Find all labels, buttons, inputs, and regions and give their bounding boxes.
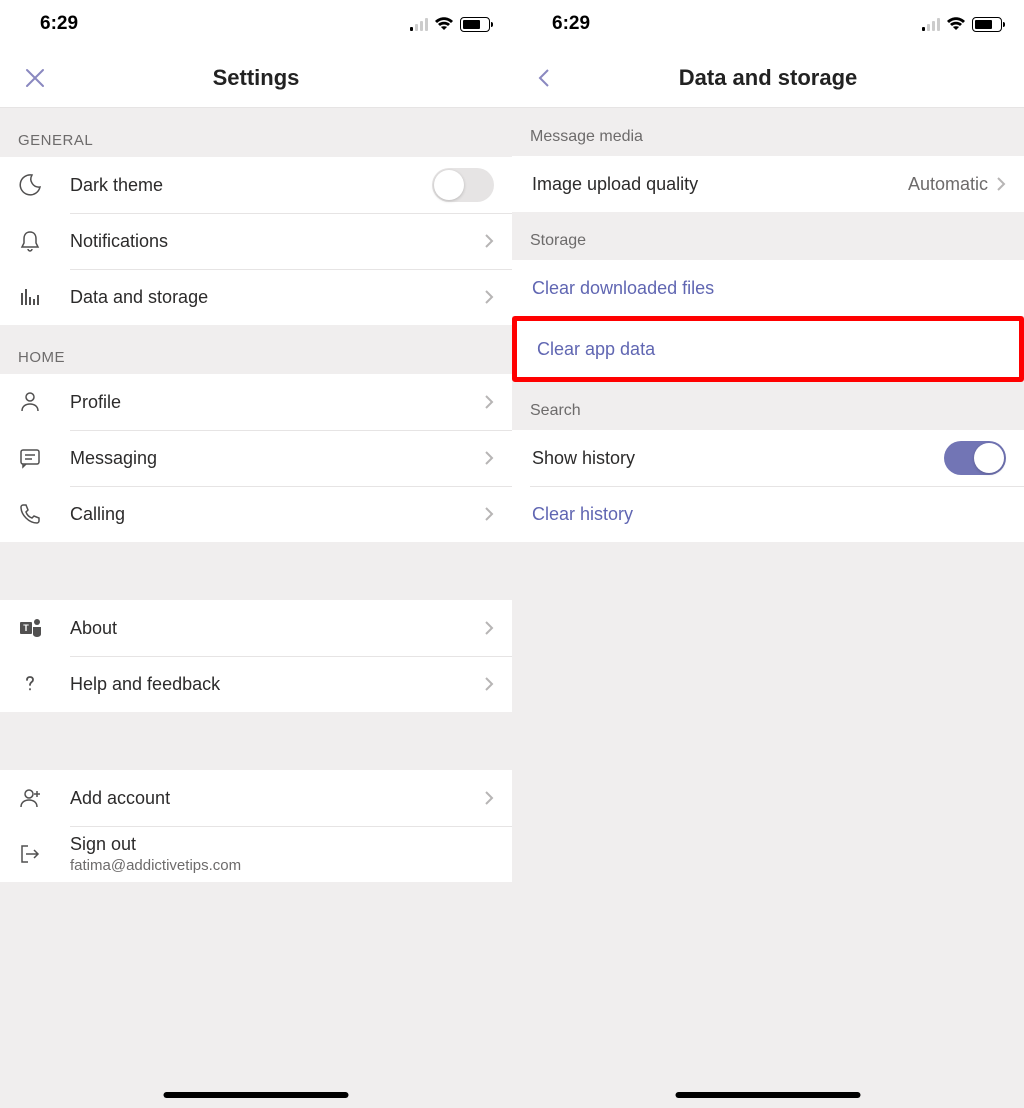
battery-icon — [972, 17, 1002, 32]
messaging-label: Messaging — [70, 448, 484, 469]
clear-files-row[interactable]: Clear downloaded files — [512, 260, 1024, 316]
chevron-right-icon — [484, 233, 494, 249]
status-bar: 6:29 — [0, 0, 512, 48]
svg-text:T: T — [23, 623, 29, 633]
spacer — [0, 712, 512, 770]
chevron-right-icon — [484, 450, 494, 466]
add-person-icon — [18, 786, 44, 810]
profile-row[interactable]: Profile — [0, 374, 512, 430]
sign-out-row[interactable]: Sign out fatima@addictivetips.com — [0, 826, 512, 882]
image-upload-label: Image upload quality — [532, 174, 908, 195]
sign-out-label: Sign out — [70, 834, 241, 855]
section-header-message-media: Message media — [512, 108, 1024, 156]
home-indicator — [164, 1092, 349, 1098]
sign-out-icon — [18, 842, 42, 866]
signal-icon — [922, 17, 940, 31]
section-header-home: Home — [0, 325, 512, 374]
battery-icon — [460, 17, 490, 32]
section-header-storage: Storage — [512, 212, 1024, 260]
status-bar: 6:29 — [512, 0, 1024, 48]
add-account-label: Add account — [70, 788, 484, 809]
close-button[interactable] — [24, 67, 46, 89]
clear-history-label: Clear history — [532, 504, 1006, 525]
message-icon — [18, 446, 42, 470]
chevron-right-icon — [484, 790, 494, 806]
phone-icon — [18, 502, 42, 526]
clear-history-row[interactable]: Clear history — [512, 486, 1024, 542]
chevron-right-icon — [484, 506, 494, 522]
sign-out-email: fatima@addictivetips.com — [70, 857, 241, 874]
moon-icon — [18, 173, 42, 197]
status-icons — [922, 17, 1002, 32]
clear-app-data-label: Clear app data — [537, 339, 1001, 360]
status-time: 6:29 — [552, 13, 590, 35]
chevron-right-icon — [484, 394, 494, 410]
chevron-right-icon — [484, 289, 494, 305]
dark-theme-label: Dark theme — [70, 175, 432, 196]
messaging-row[interactable]: Messaging — [0, 430, 512, 486]
signal-icon — [410, 17, 428, 31]
help-icon — [18, 672, 42, 696]
about-label: About — [70, 618, 484, 639]
nav-bar: Data and storage — [512, 48, 1024, 108]
wifi-icon — [434, 17, 454, 31]
chevron-left-icon — [536, 66, 552, 90]
data-storage-label: Data and storage — [70, 287, 484, 308]
home-indicator — [676, 1092, 861, 1098]
spacer — [0, 542, 512, 600]
notifications-row[interactable]: Notifications — [0, 213, 512, 269]
calling-label: Calling — [70, 504, 484, 525]
clear-files-label: Clear downloaded files — [532, 278, 1006, 299]
section-header-search: Search — [512, 382, 1024, 430]
wifi-icon — [946, 17, 966, 31]
close-icon — [24, 67, 46, 89]
highlight-annotation: Clear app data — [512, 316, 1024, 382]
status-time: 6:29 — [40, 13, 78, 35]
bars-icon — [18, 285, 42, 309]
bell-icon — [18, 229, 42, 253]
chevron-right-icon — [484, 676, 494, 692]
page-title: Data and storage — [512, 65, 1024, 91]
back-button[interactable] — [536, 66, 552, 90]
profile-label: Profile — [70, 392, 484, 413]
show-history-row[interactable]: Show history — [512, 430, 1024, 486]
help-row[interactable]: Help and feedback — [0, 656, 512, 712]
show-history-toggle[interactable] — [944, 441, 1006, 475]
dark-theme-row[interactable]: Dark theme — [0, 157, 512, 213]
clear-app-data-row[interactable]: Clear app data — [517, 321, 1019, 377]
show-history-label: Show history — [532, 448, 944, 469]
help-label: Help and feedback — [70, 674, 484, 695]
nav-bar: Settings — [0, 48, 512, 108]
data-storage-screen: 6:29 Data and storage Message media Imag… — [512, 0, 1024, 1108]
image-upload-row[interactable]: Image upload quality Automatic — [512, 156, 1024, 212]
settings-screen: 6:29 Settings General Dark theme Notific… — [0, 0, 512, 1108]
page-title: Settings — [0, 65, 512, 91]
teams-icon: T — [18, 616, 44, 640]
dark-theme-toggle[interactable] — [432, 168, 494, 202]
chevron-right-icon — [484, 620, 494, 636]
calling-row[interactable]: Calling — [0, 486, 512, 542]
about-row[interactable]: T About — [0, 600, 512, 656]
data-storage-row[interactable]: Data and storage — [0, 269, 512, 325]
chevron-right-icon — [996, 176, 1006, 192]
image-upload-value: Automatic — [908, 174, 988, 195]
section-header-general: General — [0, 108, 512, 157]
notifications-label: Notifications — [70, 231, 484, 252]
person-icon — [18, 390, 42, 414]
add-account-row[interactable]: Add account — [0, 770, 512, 826]
status-icons — [410, 17, 490, 32]
